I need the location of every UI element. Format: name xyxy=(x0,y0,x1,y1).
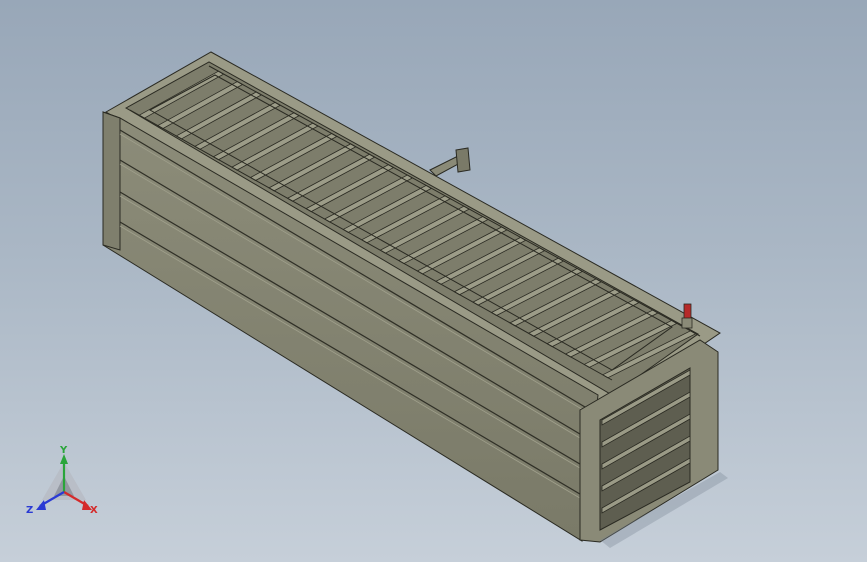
lifting-arm xyxy=(429,147,471,177)
z-axis-label: Z xyxy=(26,505,34,516)
orientation-triad: Y X Z xyxy=(26,445,102,524)
3d-model[interactable] xyxy=(0,0,867,562)
x-axis-label: X xyxy=(90,505,98,516)
y-axis-label: Y xyxy=(60,445,68,456)
graphics-viewport[interactable]: Y X Z xyxy=(0,0,867,562)
